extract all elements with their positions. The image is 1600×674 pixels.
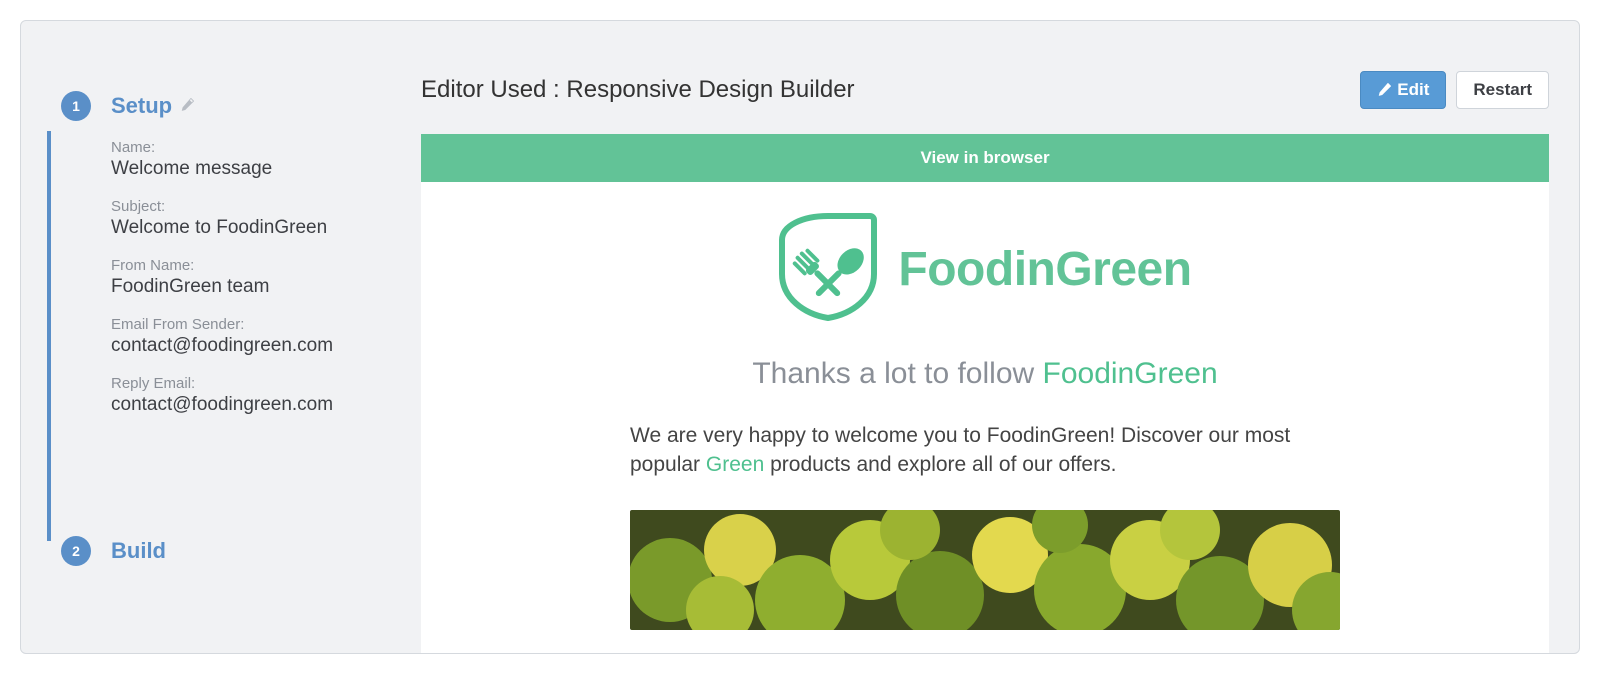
- field-subject-label: Subject:: [111, 198, 381, 215]
- field-subject-value: Welcome to FoodinGreen: [111, 217, 381, 239]
- step-setup-number: 1: [61, 91, 91, 121]
- field-name-label: Name:: [111, 139, 381, 156]
- headline-prefix: Thanks a lot to follow: [752, 357, 1042, 390]
- view-in-browser-link[interactable]: View in browser: [421, 134, 1549, 182]
- sidebar: 1 Setup Name: Welcome message Subject: W…: [21, 21, 401, 653]
- field-reply-email-value: contact@foodingreen.com: [111, 394, 381, 416]
- field-from-name-value: FoodinGreen team: [111, 276, 381, 298]
- step-build-number: 2: [61, 536, 91, 566]
- restart-button[interactable]: Restart: [1456, 71, 1549, 109]
- step-setup-title: Setup: [111, 93, 172, 119]
- step-setup: 1 Setup Name: Welcome message Subject: W…: [61, 91, 381, 416]
- pencil-icon[interactable]: [180, 98, 194, 115]
- campaign-panel: 1 Setup Name: Welcome message Subject: W…: [20, 20, 1580, 654]
- fork-spoon-shield-icon: [778, 212, 878, 327]
- step-setup-header[interactable]: 1 Setup: [61, 91, 381, 121]
- hero-image: [630, 510, 1340, 630]
- field-name: Name: Welcome message: [111, 139, 381, 180]
- step-build: 2 Build: [61, 536, 166, 584]
- step-setup-body: Name: Welcome message Subject: Welcome t…: [61, 139, 381, 416]
- main-header: Editor Used : Responsive Design Builder …: [421, 71, 1549, 109]
- field-subject: Subject: Welcome to FoodinGreen: [111, 198, 381, 239]
- field-from-name: From Name: FoodinGreen team: [111, 257, 381, 298]
- field-reply-email-label: Reply Email:: [111, 375, 381, 392]
- field-from-name-label: From Name:: [111, 257, 381, 274]
- email-headline: Thanks a lot to follow FoodinGreen: [421, 357, 1549, 391]
- email-body-text: We are very happy to welcome you to Food…: [630, 421, 1340, 480]
- step-connector-line: [47, 131, 51, 541]
- main-area: Editor Used : Responsive Design Builder …: [401, 21, 1579, 653]
- field-reply-email: Reply Email: contact@foodingreen.com: [111, 375, 381, 416]
- step-build-title: Build: [111, 538, 166, 564]
- edit-button-label: Edit: [1397, 80, 1429, 100]
- editor-used-label: Editor Used : Responsive Design Builder: [421, 76, 855, 104]
- body-accent: Green: [706, 453, 764, 476]
- brand-logo: FoodinGreen: [421, 182, 1549, 337]
- step-build-header[interactable]: 2 Build: [61, 536, 166, 566]
- field-from-email: Email From Sender: contact@foodingreen.c…: [111, 316, 381, 357]
- field-from-email-label: Email From Sender:: [111, 316, 381, 333]
- field-from-email-value: contact@foodingreen.com: [111, 335, 381, 357]
- email-preview: View in browser: [421, 134, 1549, 653]
- edit-button[interactable]: Edit: [1360, 71, 1446, 109]
- pencil-icon: [1377, 83, 1391, 97]
- headline-brand-accent: FoodinGreen: [1043, 357, 1218, 390]
- body-part2: products and explore all of our offers.: [764, 453, 1116, 476]
- field-name-value: Welcome message: [111, 158, 381, 180]
- action-buttons: Edit Restart: [1360, 71, 1549, 109]
- restart-button-label: Restart: [1473, 80, 1532, 100]
- brand-name-text: FoodinGreen: [898, 242, 1191, 297]
